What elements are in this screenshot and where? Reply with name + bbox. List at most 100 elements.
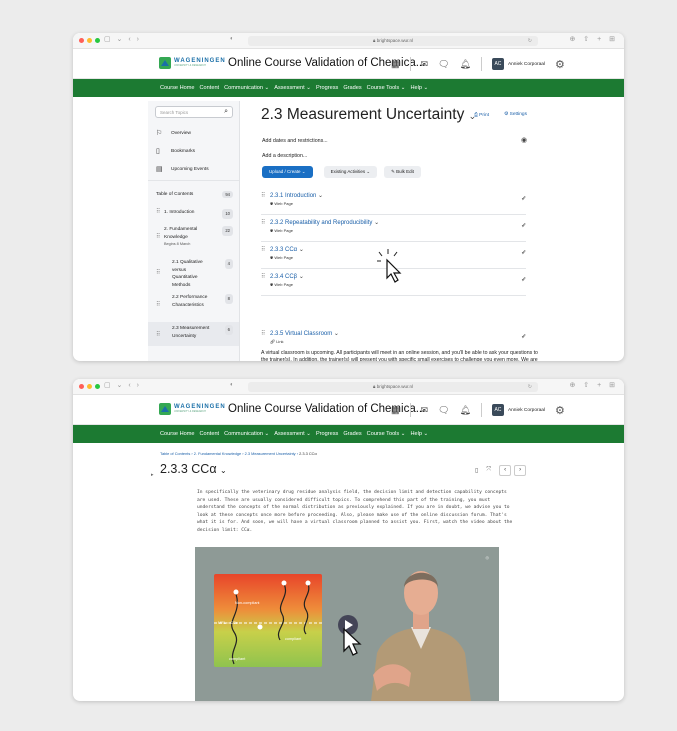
nav-help[interactable]: Help ⌄: [410, 431, 428, 437]
nav-grades[interactable]: Grades: [343, 85, 361, 91]
address-bar[interactable]: 🔒︎ brightspace.wur.nl ↻: [248, 382, 538, 392]
toc-module-fundamental[interactable]: ⠿ 2. Fundamental Knowledge Begins 8 March 2…: [148, 226, 239, 254]
mail-icon[interactable]: ✉: [421, 59, 429, 70]
address-bar[interactable]: 🔒︎ brightspace.wur.nl ↻: [248, 36, 538, 46]
chevron-down-icon[interactable]: ⌄: [318, 193, 323, 199]
breadcrumb-submodule[interactable]: 2.3 Measurement Uncertainty: [245, 451, 296, 456]
maximize-window-button[interactable]: [95, 38, 100, 43]
bookmark-icon[interactable]: ▯: [475, 467, 478, 474]
course-selector-icon[interactable]: ▦: [391, 405, 400, 416]
avatar[interactable]: AC: [491, 404, 504, 416]
topic-row[interactable]: ⠿ 2.3.2 Repeatability and Reproducibility…: [261, 216, 526, 242]
nav-help[interactable]: Help ⌄: [410, 85, 428, 91]
drag-handle-icon[interactable]: ⠿: [156, 302, 160, 310]
maximize-window-button[interactable]: [95, 384, 100, 389]
nav-content[interactable]: Content: [200, 85, 220, 91]
print-button[interactable]: ⎙ Print: [474, 112, 489, 118]
course-selector-icon[interactable]: ▦: [391, 59, 400, 70]
bulk-edit-button[interactable]: ✎ Bulk Edit: [384, 166, 421, 178]
chevron-down-icon[interactable]: ⌄: [220, 466, 227, 475]
topic-row[interactable]: ⠿ 2.3.5 Virtual Classroom ⌄ 🔗︎ Link ✓̷: [261, 327, 526, 351]
nav-course-tools[interactable]: Course Tools ⌄: [367, 85, 406, 91]
chevron-down-icon[interactable]: ⌄: [299, 247, 304, 253]
user-name[interactable]: Anniek Corporaal: [508, 62, 545, 67]
chevron-down-icon[interactable]: ⌄: [334, 331, 339, 337]
nav-course-home[interactable]: Course Home: [160, 85, 195, 91]
next-topic-button[interactable]: ›: [514, 465, 527, 476]
browser-actions-icons[interactable]: ⊕ ⇧ + ⊞: [569, 35, 618, 43]
drag-handle-icon[interactable]: ⠿: [261, 273, 265, 280]
chat-icon[interactable]: 🗨︎: [438, 405, 449, 416]
nav-course-home[interactable]: Course Home: [160, 431, 195, 437]
add-description-link[interactable]: Add a description...: [262, 153, 307, 159]
topic-row[interactable]: ⠿ 2.3.1 Introduction ⌄ 🌐︎ Web Page ✓̷: [261, 189, 526, 215]
drag-handle-icon[interactable]: ⠿: [261, 330, 265, 337]
add-dates-link[interactable]: Add dates and restrictions...: [262, 138, 328, 144]
drag-handle-icon[interactable]: ⠿: [261, 219, 265, 226]
logo-icon: [159, 403, 171, 415]
nav-progress[interactable]: Progress: [316, 85, 338, 91]
sidebar-back-forward-icons[interactable]: ▢ ⌄ ‹ ›: [104, 381, 141, 389]
gear-icon[interactable]: ⚙: [555, 404, 565, 417]
close-window-button[interactable]: [79, 384, 84, 389]
browser-actions-icons[interactable]: ⊕ ⇧ + ⊞: [569, 381, 618, 389]
fullscreen-icon[interactable]: ⤧: [486, 467, 491, 474]
sidebar-item-bookmarks[interactable]: ▯ Bookmarks: [148, 145, 239, 157]
drag-handle-icon[interactable]: ⠿: [156, 270, 160, 278]
eye-icon[interactable]: ◉: [521, 136, 527, 144]
breadcrumb-current: 2.3.3 CCα: [299, 451, 317, 456]
avatar[interactable]: AC: [491, 58, 504, 70]
drag-handle-icon[interactable]: ⠿: [261, 246, 265, 253]
existing-activities-button[interactable]: Existing Activities ⌄: [323, 166, 378, 178]
expand-sidebar-handle[interactable]: ▸: [151, 472, 154, 486]
browser-window-module: ▢ ⌄ ‹ › ◐ 🔒︎ brightspace.wur.nl ↻ ⊕ ⇧ + ⊞…: [73, 33, 624, 361]
watermark-logo: ◎: [485, 555, 490, 560]
drag-handle-icon[interactable]: ⠿: [156, 332, 160, 340]
wageningen-logo[interactable]: WAGENINGEN UNIVERSITY & RESEARCH: [159, 403, 226, 415]
nav-communication[interactable]: Communication ⌄: [224, 85, 269, 91]
drag-handle-icon[interactable]: ⠿: [156, 234, 160, 242]
search-icon[interactable]: ⌕: [224, 108, 228, 116]
wageningen-logo[interactable]: WAGENINGEN UNIVERSITY & RESEARCH: [159, 57, 226, 69]
minimize-window-button[interactable]: [87, 38, 92, 43]
nav-assessment[interactable]: Assessment ⌄: [274, 431, 311, 437]
breadcrumb-toc[interactable]: Table of Contents: [160, 451, 190, 456]
drag-handle-icon[interactable]: ⠿: [261, 192, 265, 199]
minimize-window-button[interactable]: [87, 384, 92, 389]
chevron-down-icon[interactable]: ⌄: [299, 274, 304, 280]
nav-assessment[interactable]: Assessment ⌄: [274, 85, 311, 91]
toc-module-performance[interactable]: ⠿ 2.2 Performance Characteristics 8: [148, 294, 239, 318]
upload-create-button[interactable]: Upload / Create ⌄: [262, 166, 313, 178]
content-sidebar: Search Topics ⌕ ⚐ Overview ▯ Bookmarks ▤ Upc…: [148, 101, 240, 361]
bell-icon[interactable]: 🔔︎: [460, 405, 471, 416]
close-window-button[interactable]: [79, 38, 84, 43]
nav-content[interactable]: Content: [200, 431, 220, 437]
nav-communication[interactable]: Communication ⌄: [224, 431, 269, 437]
settings-button[interactable]: ⚙ Settings: [504, 112, 527, 117]
sidebar-item-overview[interactable]: ⚐ Overview: [148, 127, 239, 139]
chevron-down-icon[interactable]: ⌄: [374, 220, 379, 226]
breadcrumb-module[interactable]: 2. Fundamental Knowledge: [194, 451, 241, 456]
sidebar-back-forward-icons[interactable]: ▢ ⌄ ‹ ›: [104, 35, 141, 43]
search-topics-input[interactable]: Search Topics ⌕: [155, 106, 233, 118]
toc-module-introduction[interactable]: ⠿ 1. Introduction 10: [148, 207, 239, 221]
chat-icon[interactable]: 🗨︎: [438, 59, 449, 70]
reload-icon[interactable]: ↻: [528, 36, 532, 46]
gear-icon[interactable]: ⚙: [555, 58, 565, 71]
video-player[interactable]: Non-compliant MRL = CCα compliant compli…: [195, 547, 499, 701]
toc-module-measurement[interactable]: ⠿ 2.3 Measurement Uncertainty 6: [148, 322, 239, 346]
mail-icon[interactable]: ✉: [421, 405, 429, 416]
sidebar-item-toc[interactable]: Table of Contents 94: [148, 191, 239, 198]
user-name[interactable]: Anniek Corporaal: [508, 408, 545, 413]
sidebar-item-upcoming[interactable]: ▤ Upcoming Events: [148, 163, 239, 175]
toc-module-qualitative[interactable]: ⠿ 2.1 Qualitative versus Quantitative Met…: [148, 259, 239, 289]
bell-icon[interactable]: 🔔︎: [460, 59, 471, 70]
drag-handle-icon[interactable]: ⠿: [156, 209, 160, 217]
calendar-icon: ▤: [156, 166, 163, 173]
shield-icon: ◐: [230, 36, 234, 42]
previous-topic-button[interactable]: ‹: [499, 465, 512, 476]
nav-progress[interactable]: Progress: [316, 431, 338, 437]
nav-grades[interactable]: Grades: [343, 431, 361, 437]
reload-icon[interactable]: ↻: [528, 382, 532, 392]
nav-course-tools[interactable]: Course Tools ⌄: [367, 431, 406, 437]
